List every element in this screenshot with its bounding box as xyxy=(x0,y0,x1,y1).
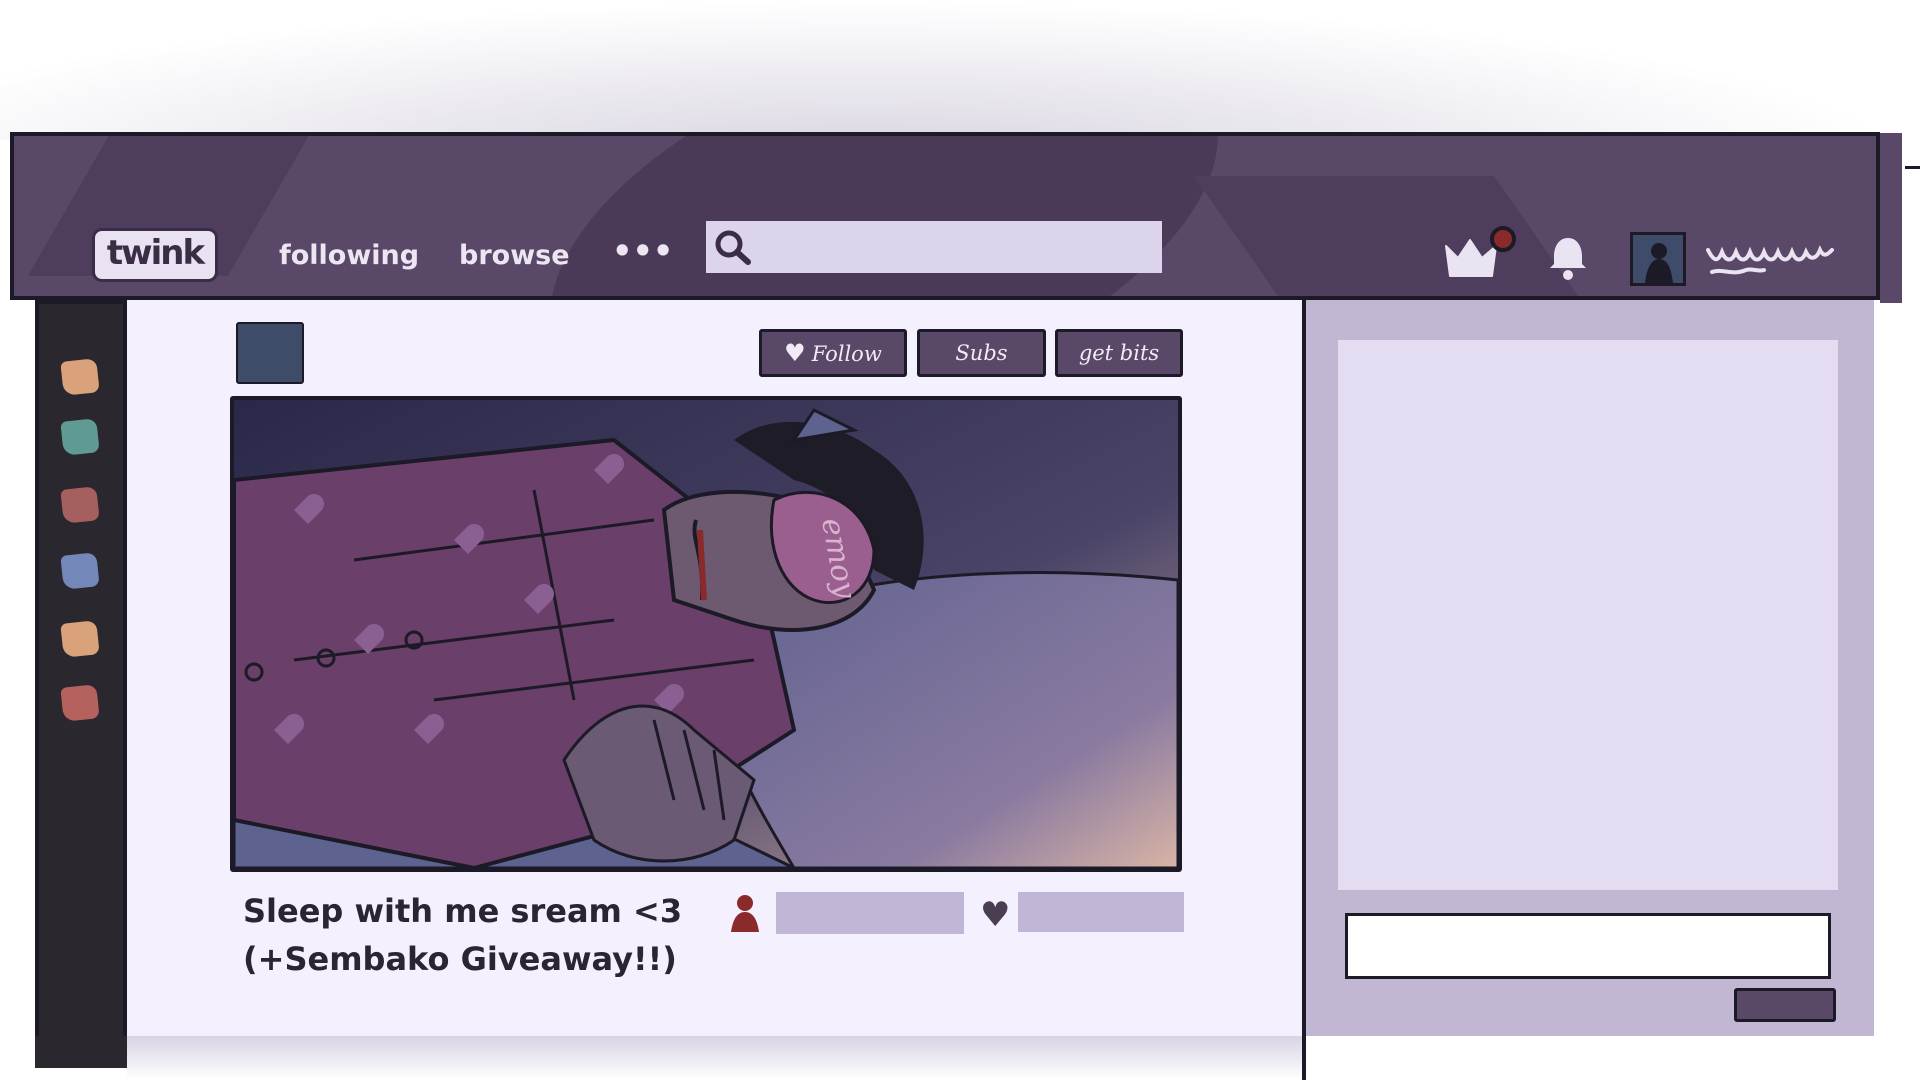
subs-label: Subs xyxy=(955,341,1008,365)
heart-icon: ♥ xyxy=(784,339,806,367)
sidebar-footer xyxy=(35,1036,127,1068)
sidebar-channel-3[interactable] xyxy=(60,486,100,524)
username-scribble[interactable] xyxy=(1706,238,1834,284)
nav-link-browse[interactable]: browse xyxy=(459,240,570,271)
viewer-count-icon xyxy=(731,895,759,932)
chat-send-button[interactable] xyxy=(1734,988,1836,1022)
subs-button[interactable]: Subs xyxy=(917,329,1046,377)
get-bits-label: get bits xyxy=(1078,341,1160,365)
follow-label: Follow xyxy=(811,342,882,366)
sidebar-channel-4[interactable] xyxy=(60,552,100,590)
stream-video-frame: emoy xyxy=(234,400,1178,868)
top-navbar xyxy=(10,132,1880,300)
follow-button[interactable]: ♥ Follow xyxy=(759,329,907,377)
notification-dot xyxy=(1490,226,1516,252)
chat-input[interactable] xyxy=(1345,913,1831,979)
page-backdrop xyxy=(0,0,1920,140)
viewer-count-bar xyxy=(776,892,964,934)
stream-title-line-1: Sleep with me sream <3 xyxy=(243,892,683,930)
navbar-edge xyxy=(1880,133,1902,303)
search-input[interactable] xyxy=(706,221,1162,273)
get-bits-button[interactable]: get bits xyxy=(1055,329,1183,377)
likes-heart-icon[interactable]: ♥ xyxy=(980,898,1010,932)
navbar-edge-line xyxy=(1905,166,1920,169)
chat-messages-area[interactable] xyxy=(1338,340,1838,890)
more-menu-button[interactable]: ••• xyxy=(612,232,673,270)
sidebar-channel-5[interactable] xyxy=(60,620,100,658)
channel-avatar[interactable] xyxy=(236,322,304,384)
video-player[interactable]: emoy xyxy=(230,396,1182,872)
stream-title-line-2: (+Sembako Giveaway!!) xyxy=(243,940,677,978)
search-icon xyxy=(715,230,751,265)
likes-count-bar xyxy=(1018,892,1184,932)
followed-channels-sidebar xyxy=(35,300,127,1068)
site-logo[interactable]: twink xyxy=(92,228,218,282)
nav-link-following[interactable]: following xyxy=(279,240,419,271)
sidebar-channel-2[interactable] xyxy=(60,418,100,456)
bell-icon[interactable] xyxy=(1546,234,1590,282)
sidebar-channel-1[interactable] xyxy=(60,358,100,396)
user-avatar[interactable] xyxy=(1630,232,1686,286)
main-shadow xyxy=(127,1036,1303,1080)
sidebar-channel-6[interactable] xyxy=(60,684,100,722)
